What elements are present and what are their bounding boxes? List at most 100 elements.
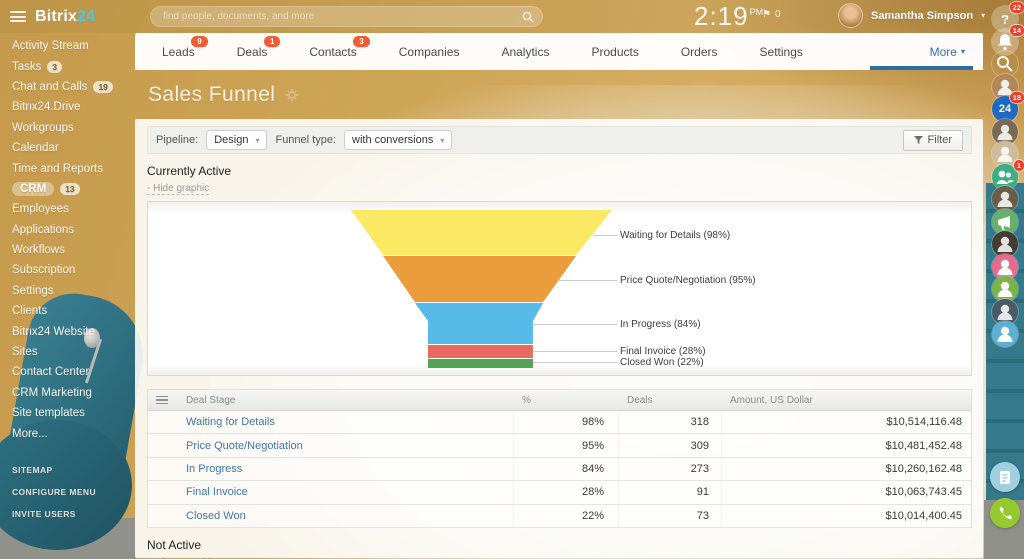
tab-deals[interactable]: Deals1 <box>216 33 289 70</box>
clock[interactable]: 2:19PM <box>694 1 763 32</box>
search-input[interactable] <box>163 11 522 22</box>
sidebar-item-crm-marketing[interactable]: CRM Marketing <box>12 383 132 403</box>
sidebar-item-employees[interactable]: Employees <box>12 199 132 219</box>
tab-label: Products <box>591 45 638 59</box>
deal-stage-link[interactable]: Waiting for Details <box>186 416 275 428</box>
chevron-down-icon: ▾ <box>981 11 985 20</box>
user-menu[interactable]: Samantha Simpson ▾ <box>838 3 985 28</box>
chevron-down-icon: ▾ <box>961 47 965 56</box>
rail-person-icon[interactable] <box>992 321 1018 347</box>
sidebar: Activity StreamTasks3Chat and Calls19Bit… <box>0 36 132 525</box>
tab-companies[interactable]: Companies <box>378 33 481 70</box>
tab-orders[interactable]: Orders <box>660 33 739 70</box>
svg-text:?: ? <box>1001 12 1009 27</box>
global-search[interactable] <box>150 6 543 27</box>
sidebar-footer-link-configure-menu[interactable]: CONFIGURE MENU <box>12 481 132 503</box>
cell-deal-stage: Price Quote/Negotiation <box>176 440 513 452</box>
funnel-filter-icon <box>914 136 923 145</box>
deal-stage-table: Deal Stage % Deals Amount, US Dollar Wai… <box>147 389 972 528</box>
sidebar-item-label: Contact Center <box>12 366 89 378</box>
sales-funnel-chart: Waiting for Details (98%)Price Quote/Neg… <box>147 201 972 376</box>
bitrix24-app: Bitrix24 2:19PM ⚑ 0 Samantha Simpson ▾ A… <box>0 0 1024 559</box>
col-percent: % <box>513 395 618 406</box>
table-settings-icon[interactable] <box>148 396 176 405</box>
cell-percent: 98% <box>513 411 618 433</box>
tab-contacts[interactable]: Contacts3 <box>288 33 377 70</box>
deal-stage-link[interactable]: In Progress <box>186 463 242 475</box>
sidebar-item-badge: 19 <box>93 81 112 93</box>
sidebar-item-label: Time and Reports <box>12 163 103 175</box>
sidebar-item-label: Sites <box>12 346 38 358</box>
funnel-leader-line <box>533 324 617 325</box>
tab-products[interactable]: Products <box>570 33 659 70</box>
funnel-type-select[interactable]: with conversions▾ <box>344 130 452 150</box>
sidebar-item-label: CRM <box>12 182 54 196</box>
sidebar-item-calendar[interactable]: Calendar <box>12 138 132 158</box>
sidebar-item-settings[interactable]: Settings <box>12 281 132 301</box>
tab-leads[interactable]: Leads9 <box>141 33 216 70</box>
cell-percent: 95% <box>513 434 618 456</box>
sidebar-item-crm[interactable]: CRM13 <box>12 179 132 199</box>
deal-stage-link[interactable]: Price Quote/Negotiation <box>186 440 303 452</box>
sidebar-item-workflows[interactable]: Workflows <box>12 240 132 260</box>
tab-label: Analytics <box>501 45 549 59</box>
sidebar-item-applications[interactable]: Applications <box>12 220 132 240</box>
flag-icon: ⚑ <box>762 9 771 20</box>
funnel-leader-line <box>533 351 617 352</box>
funnel-stage-closed-won <box>351 359 612 368</box>
table-row[interactable]: Closed Won22%73$10,014,400.45 <box>148 505 971 528</box>
sidebar-item-time-and-reports[interactable]: Time and Reports <box>12 158 132 178</box>
table-row[interactable]: Waiting for Details98%318$10,514,116.48 <box>148 411 971 434</box>
rail-b24-label: 24 <box>999 103 1011 115</box>
gear-icon[interactable] <box>285 88 299 102</box>
cell-amount: $10,063,743.45 <box>721 481 971 503</box>
table-row[interactable]: Final Invoice28%91$10,063,743.45 <box>148 481 971 504</box>
deal-stage-link[interactable]: Final Invoice <box>186 486 248 498</box>
sidebar-item-contact-center[interactable]: Contact Center <box>12 362 132 382</box>
tab-badge: 1 <box>264 36 280 47</box>
floating-feedback-button[interactable] <box>990 462 1020 492</box>
funnel-stage-label: Closed Won (22%) <box>620 357 704 368</box>
sidebar-item-site-templates[interactable]: Site templates <box>12 403 132 423</box>
plan-flag[interactable]: ⚑ 0 <box>762 9 781 20</box>
tab-label: Leads <box>162 45 195 59</box>
floating-call-button[interactable] <box>990 498 1020 528</box>
filter-button[interactable]: Filter <box>903 130 963 151</box>
pipeline-select[interactable]: Design▾ <box>206 130 267 150</box>
sidebar-item-chat-and-calls[interactable]: Chat and Calls19 <box>12 77 132 97</box>
sidebar-item-bitrix24-drive[interactable]: Bitrix24.Drive <box>12 97 132 117</box>
tab-settings[interactable]: Settings <box>739 33 824 70</box>
top-bar: Bitrix24 2:19PM ⚑ 0 Samantha Simpson ▾ <box>0 0 1024 33</box>
search-icon[interactable] <box>522 11 534 23</box>
main-panel: Pipeline: Design▾ Funnel type: with conv… <box>135 119 983 558</box>
sidebar-footer-link-invite-users[interactable]: INVITE USERS <box>12 503 132 525</box>
sidebar-item-activity-stream[interactable]: Activity Stream <box>12 36 132 56</box>
tab-analytics[interactable]: Analytics <box>480 33 570 70</box>
content: Leads9Deals1Contacts3Companies Analytics P… <box>135 33 983 558</box>
menu-icon[interactable] <box>10 11 26 22</box>
sidebar-item-sites[interactable]: Sites <box>12 342 132 362</box>
bitrix24-logo[interactable]: Bitrix24 <box>35 8 95 26</box>
sidebar-item-clients[interactable]: Clients <box>12 301 132 321</box>
table-row[interactable]: In Progress84%273$10,260,162.48 <box>148 458 971 481</box>
sidebar-item-tasks[interactable]: Tasks3 <box>12 56 132 76</box>
chevron-down-icon: ▾ <box>255 136 259 145</box>
sidebar-item-label: Applications <box>12 224 74 236</box>
hide-graphic-link[interactable]: - Hide graphic <box>147 183 209 195</box>
sidebar-footer: SITEMAPCONFIGURE MENUINVITE USERS <box>12 459 132 525</box>
sidebar-item-workgroups[interactable]: Workgroups <box>12 118 132 138</box>
tab-more[interactable]: More▾ <box>930 33 965 70</box>
sidebar-item-bitrix24-website[interactable]: Bitrix24 Website <box>12 321 132 341</box>
funnel-stage-label: Final Invoice (28%) <box>620 346 706 357</box>
cell-percent: 22% <box>513 505 618 527</box>
funnel-type-label: Funnel type: <box>275 134 336 146</box>
table-row[interactable]: Price Quote/Negotiation95%309$10,481,452… <box>148 434 971 457</box>
sidebar-item-label: Tasks <box>12 61 41 73</box>
sidebar-item-more[interactable]: More... <box>12 423 132 443</box>
funnel-stage-label: Waiting for Details (98%) <box>620 230 730 241</box>
deal-stage-link[interactable]: Closed Won <box>186 510 246 522</box>
sidebar-item-subscription[interactable]: Subscription <box>12 260 132 280</box>
user-name: Samantha Simpson <box>871 10 973 22</box>
cell-deals: 273 <box>618 458 721 480</box>
sidebar-footer-link-sitemap[interactable]: SITEMAP <box>12 459 132 481</box>
